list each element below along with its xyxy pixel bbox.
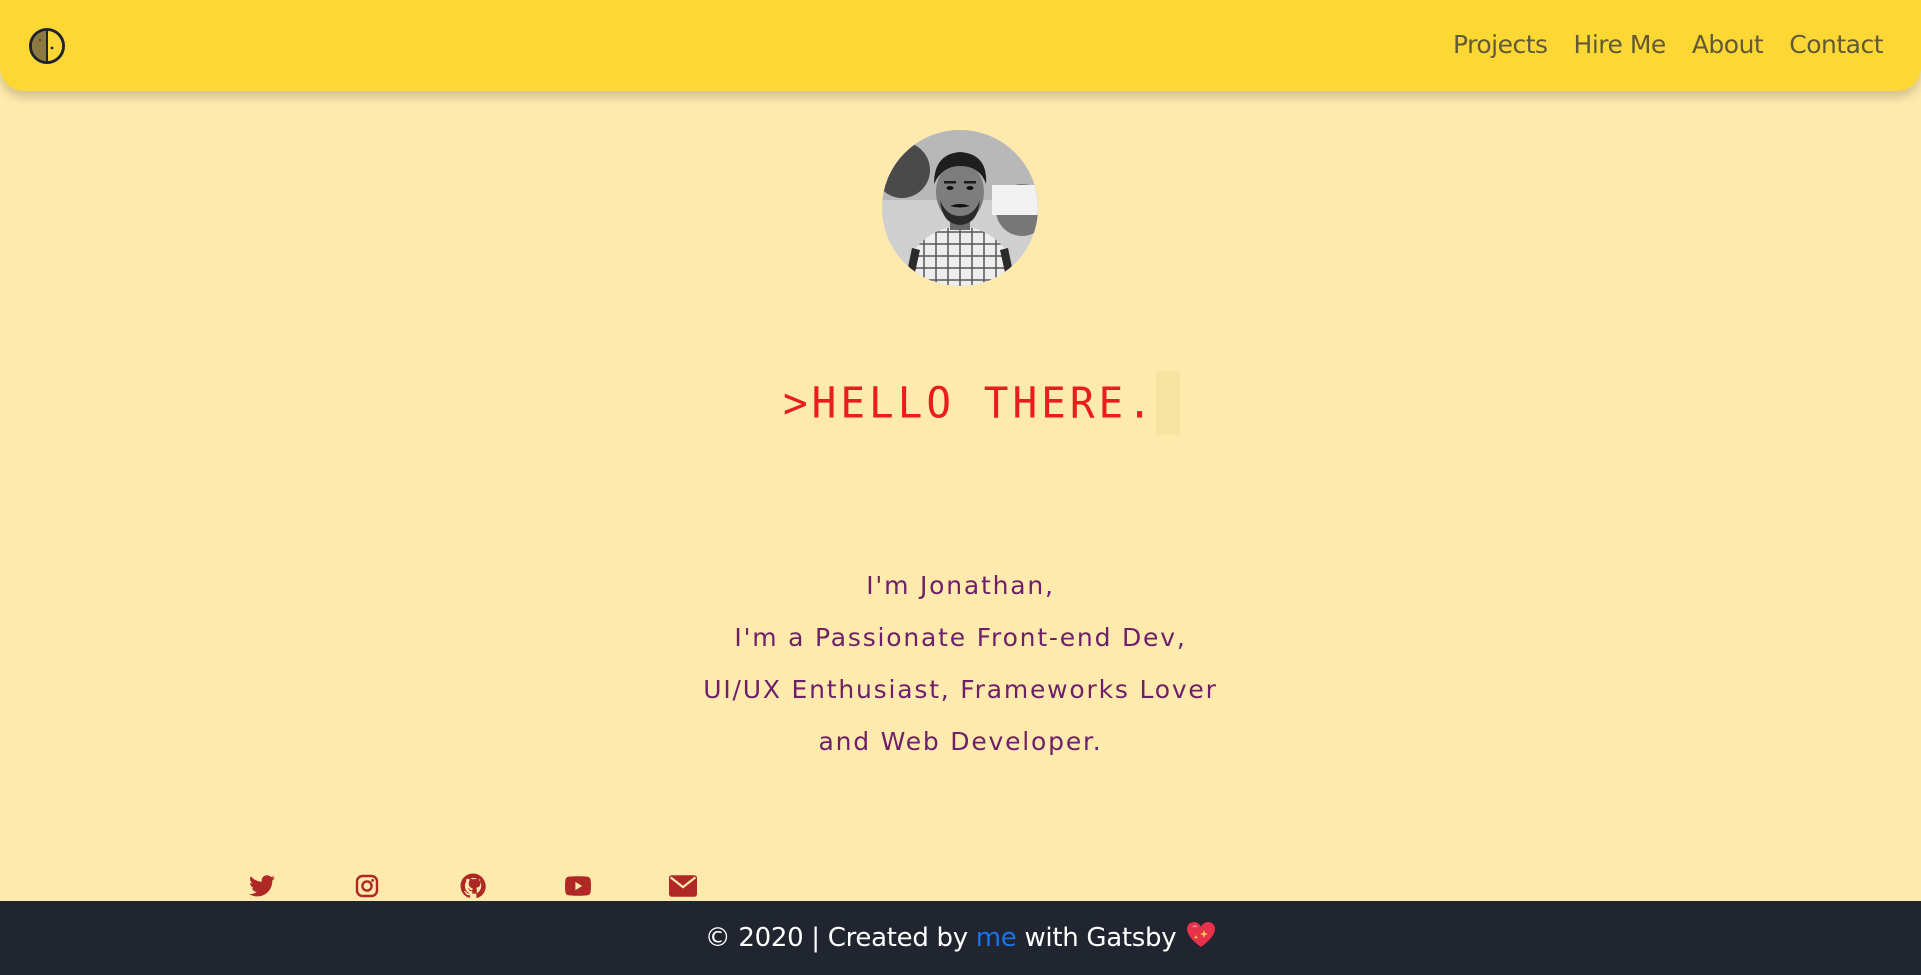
- sparkling-heart-icon: [1186, 921, 1216, 956]
- footer-me-link[interactable]: me: [976, 923, 1017, 953]
- twitter-link[interactable]: [248, 873, 276, 899]
- site-header: Projects Hire Me About Contact: [0, 0, 1921, 91]
- nav-contact[interactable]: Contact: [1789, 30, 1883, 60]
- theme-toggle-button[interactable]: [29, 28, 65, 64]
- instagram-link[interactable]: [353, 873, 381, 899]
- github-link[interactable]: [459, 873, 487, 899]
- profile-avatar: [882, 130, 1038, 286]
- intro-line: and Web Developer.: [818, 727, 1103, 756]
- instagram-icon: [355, 874, 379, 898]
- intro-line: UI/UX Enthusiast, Frameworks Lover: [703, 675, 1218, 704]
- email-icon: [669, 875, 697, 897]
- nav-about[interactable]: About: [1692, 30, 1764, 60]
- twitter-icon: [249, 875, 275, 897]
- typing-cursor: [1155, 371, 1180, 435]
- footer-prefix: © 2020 | Created by: [704, 923, 968, 953]
- email-link[interactable]: [669, 873, 697, 899]
- profile-photo: [882, 130, 1038, 286]
- nav-hire-me[interactable]: Hire Me: [1574, 30, 1667, 60]
- github-icon: [460, 873, 486, 899]
- greeting-text: >HELLO THERE.: [783, 377, 1156, 429]
- youtube-icon: [565, 876, 591, 896]
- intro-line: I'm Jonathan,: [866, 571, 1055, 600]
- intro-text: I'm Jonathan, I'm a Passionate Front-end…: [0, 560, 1921, 768]
- half-moon-icon: [32, 31, 62, 61]
- footer-suffix: with Gatsby: [1024, 923, 1177, 953]
- nav-projects[interactable]: Projects: [1453, 30, 1548, 60]
- site-footer: © 2020 | Created by me with Gatsby: [0, 901, 1921, 975]
- intro-line: I'm a Passionate Front-end Dev,: [734, 623, 1187, 652]
- greeting-container: >HELLO THERE.: [783, 370, 1180, 436]
- main-nav: Projects Hire Me About Contact: [1453, 30, 1884, 60]
- youtube-link[interactable]: [564, 873, 592, 899]
